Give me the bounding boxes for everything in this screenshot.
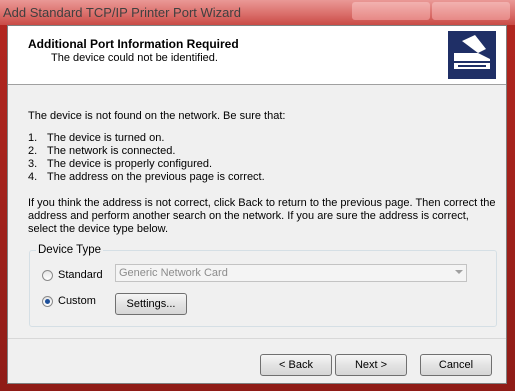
window-title: Add Standard TCP/IP Printer Port Wizard xyxy=(3,5,241,20)
standard-device-value: Generic Network Card xyxy=(119,267,228,279)
list-item: 1. The device is turned on. xyxy=(28,132,165,144)
next-button[interactable]: Next > xyxy=(335,354,407,376)
header-subtitle: The device could not be identified. xyxy=(51,52,218,64)
title-glare xyxy=(352,2,430,20)
standard-device-select: Generic Network Card xyxy=(115,264,467,282)
chevron-down-icon xyxy=(455,270,463,274)
standard-radio-row[interactable]: Standard xyxy=(42,269,103,281)
checklist: 1. The device is turned on. 2. The network… xyxy=(28,132,265,184)
custom-label: Custom xyxy=(58,295,96,307)
settings-button[interactable]: Settings... xyxy=(115,293,187,315)
wizard-content: Additional Port Information Required The… xyxy=(7,25,507,384)
device-type-group xyxy=(29,250,497,327)
intro-text: The device is not found on the network. … xyxy=(28,110,286,122)
wizard-header: Additional Port Information Required The… xyxy=(8,26,506,85)
printer-icon xyxy=(448,31,496,79)
title-bar[interactable]: Add Standard TCP/IP Printer Port Wizard xyxy=(0,0,515,25)
custom-radio-row[interactable]: Custom xyxy=(42,295,96,307)
device-type-legend: Device Type xyxy=(36,244,104,256)
list-item: 4. The address on the previous page is co… xyxy=(28,171,265,183)
instructions-text: If you think the address is not correct,… xyxy=(28,197,496,235)
title-glare xyxy=(432,2,510,20)
wizard-window: Add Standard TCP/IP Printer Port Wizard … xyxy=(0,0,515,391)
list-item: 3. The device is properly configured. xyxy=(28,158,213,170)
back-button[interactable]: < Back xyxy=(260,354,332,376)
standard-radio[interactable] xyxy=(42,269,53,281)
list-item: 2. The network is connected. xyxy=(28,145,176,157)
footer-separator xyxy=(8,338,506,339)
header-title: Additional Port Information Required xyxy=(28,37,239,51)
custom-radio[interactable] xyxy=(42,295,53,307)
standard-label: Standard xyxy=(58,269,103,281)
cancel-button[interactable]: Cancel xyxy=(420,354,492,376)
